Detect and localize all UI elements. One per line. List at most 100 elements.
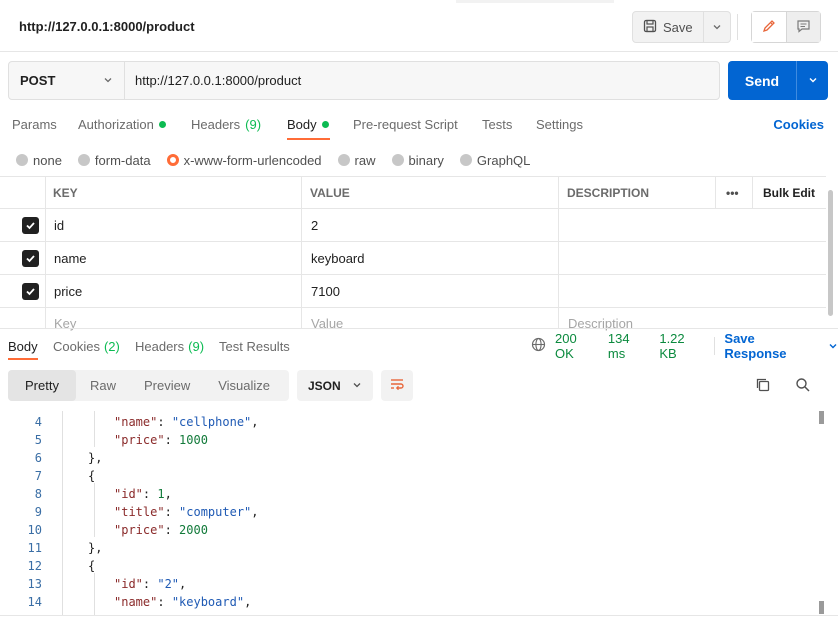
body-type-binary[interactable]: binary <box>391 152 444 168</box>
row-key[interactable]: name <box>54 242 87 274</box>
row-key[interactable]: id <box>54 209 64 241</box>
response-body-viewer[interactable]: 4 "name": "cellphone", 5 "price": 1000 6}, 7{… <box>0 411 838 615</box>
row-checkbox[interactable] <box>22 250 39 267</box>
format-select[interactable]: JSON <box>297 370 373 401</box>
search-button[interactable] <box>795 377 811 396</box>
tab-pre-request-script[interactable]: Pre-request Script <box>353 108 458 140</box>
view-visualize[interactable]: Visualize <box>204 370 284 401</box>
url-input[interactable]: http://127.0.0.1:8000/product <box>125 62 719 99</box>
body-type-urlencoded[interactable]: x-www-form-urlencoded <box>166 153 322 168</box>
response-tab-body[interactable]: Body <box>8 332 38 360</box>
line-number: 6 <box>34 451 42 465</box>
pane-divider[interactable] <box>0 328 838 329</box>
bottom-border <box>0 615 838 616</box>
line-number: 4 <box>34 415 42 429</box>
row-value[interactable]: 7100 <box>311 275 340 307</box>
column-divider <box>558 177 559 329</box>
request-title[interactable]: http://127.0.0.1:8000/product <box>19 19 195 34</box>
radio-button <box>16 154 28 166</box>
tab-authorization[interactable]: Authorization <box>78 108 166 140</box>
scroll-down-arrow[interactable] <box>819 601 824 614</box>
code-line: 11}, <box>0 539 815 557</box>
save-button[interactable]: Save <box>633 12 704 42</box>
row-checkbox[interactable] <box>22 217 39 234</box>
tab-settings[interactable]: Settings <box>536 108 583 140</box>
line-number: 12 <box>27 559 42 573</box>
body-type-raw[interactable]: raw <box>337 152 376 168</box>
request-header-bar: http://127.0.0.1:8000/product Save <box>0 0 838 52</box>
send-button[interactable]: Send <box>728 61 796 100</box>
view-preview[interactable]: Preview <box>130 370 204 401</box>
code-text: }, <box>88 451 103 465</box>
line-number: 5 <box>34 433 42 447</box>
row-value[interactable]: 2 <box>311 209 318 241</box>
table-header: KEY VALUE DESCRIPTION ••• Bulk Edit <box>0 177 826 209</box>
body-type-graphql[interactable]: GraphQL <box>459 152 531 168</box>
body-type-form-data[interactable]: form-data <box>77 153 151 168</box>
tab-body[interactable]: Body <box>287 108 329 140</box>
row-value[interactable]: keyboard <box>311 242 364 274</box>
save-response-button[interactable]: Save Response <box>724 331 838 361</box>
option-label: binary <box>408 152 444 168</box>
copy-button[interactable] <box>755 377 771 396</box>
view-raw[interactable]: Raw <box>76 370 130 401</box>
line-number: 11 <box>27 541 42 555</box>
globe-icon[interactable] <box>531 337 546 355</box>
response-time[interactable]: 134 ms <box>608 331 650 361</box>
scroll-up-arrow[interactable] <box>819 411 824 424</box>
more-options-button[interactable]: ••• <box>726 177 739 208</box>
response-size[interactable]: 1.22 KB <box>659 331 705 361</box>
edit-mode-button[interactable] <box>752 12 787 42</box>
code-text: { <box>88 469 96 483</box>
params-table: KEY VALUE DESCRIPTION ••• Bulk Edit id 2… <box>0 176 826 331</box>
response-tab-test-results[interactable]: Test Results <box>219 332 290 360</box>
response-tab-headers[interactable]: Headers (9) <box>135 332 204 360</box>
comment-icon <box>796 19 811 36</box>
code-line: 8 "id": 1, <box>0 485 815 503</box>
code-text: "id": "2", <box>114 577 187 591</box>
new-key-input[interactable]: Key <box>54 313 76 334</box>
response-tab-cookies[interactable]: Cookies (2) <box>53 332 120 360</box>
chevron-down-icon <box>712 20 722 35</box>
method-select[interactable]: POST <box>9 62 125 99</box>
active-response-tab-indicator <box>8 358 38 360</box>
view-pretty[interactable]: Pretty <box>8 370 76 401</box>
save-icon <box>643 19 657 36</box>
body-type-none[interactable]: none <box>16 153 62 168</box>
wrap-lines-button[interactable] <box>381 370 413 401</box>
save-options-button[interactable] <box>704 12 730 42</box>
tab-count: (2) <box>103 338 120 354</box>
tab-params[interactable]: Params <box>12 108 57 140</box>
tab-tests[interactable]: Tests <box>482 108 512 140</box>
bulk-edit-button[interactable]: Bulk Edit <box>763 177 815 208</box>
option-label: raw <box>354 152 376 168</box>
row-checkbox[interactable] <box>22 283 39 300</box>
new-value-input[interactable]: Value <box>311 313 343 334</box>
table-row: id 2 <box>0 209 826 242</box>
line-number: 10 <box>27 523 42 537</box>
code-line: 14 "name": "keyboard", <box>0 593 815 611</box>
mode-toggle <box>751 11 821 43</box>
line-number: 13 <box>27 577 42 591</box>
table-scrollbar[interactable] <box>828 190 833 316</box>
save-group: Save <box>632 11 731 43</box>
radio-button <box>77 154 90 166</box>
tab-headers[interactable]: Headers (9) <box>191 108 261 140</box>
comments-mode-button[interactable] <box>786 12 820 42</box>
column-divider <box>45 177 46 329</box>
row-key[interactable]: price <box>54 275 82 307</box>
search-icon <box>795 378 811 396</box>
table-row: name keyboard <box>0 242 826 275</box>
toolbar-divider <box>737 14 738 40</box>
code-text: "title": "computer", <box>114 505 259 519</box>
cookies-link[interactable]: Cookies <box>773 108 824 140</box>
tab-strip <box>456 0 614 3</box>
column-header-description: DESCRIPTION <box>567 185 650 200</box>
option-label: GraphQL <box>476 152 531 168</box>
tab-label: Settings <box>536 116 583 132</box>
code-line: 4 "name": "cellphone", <box>0 413 815 431</box>
code-line: 7{ <box>0 467 815 485</box>
status-code[interactable]: 200 OK <box>555 331 599 361</box>
send-options-button[interactable] <box>796 61 828 100</box>
tab-label: Params <box>12 116 57 132</box>
